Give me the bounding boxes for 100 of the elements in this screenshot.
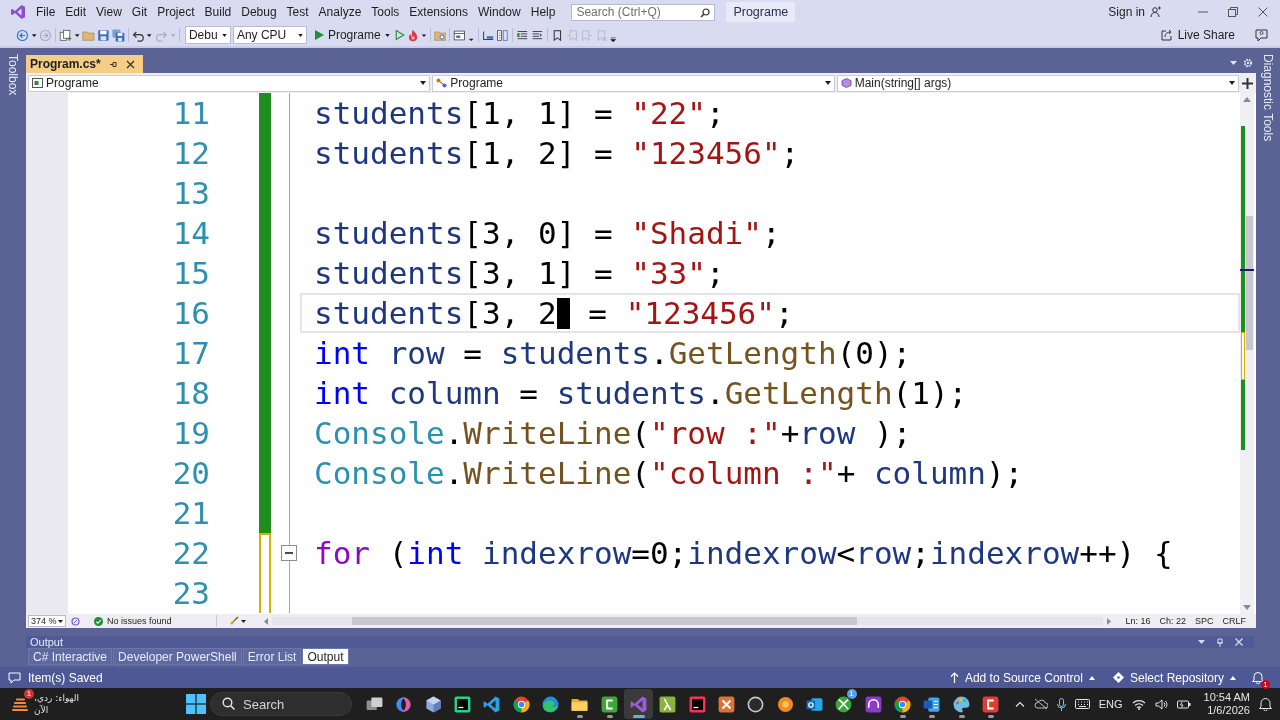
palette-icon[interactable] — [951, 694, 971, 714]
new-item-icon[interactable] — [59, 28, 72, 42]
bracket-tile-icon[interactable] — [981, 694, 1001, 714]
menu-item[interactable]: Project — [152, 4, 200, 20]
configuration-dropdown[interactable]: Debu — [184, 26, 231, 44]
close-icon[interactable] — [1258, 7, 1268, 17]
search-field[interactable]: Search (Ctrl+Q) — [571, 3, 716, 21]
whitespace-mode[interactable]: SPC — [1194, 616, 1214, 626]
sign-in-link[interactable]: Sign in — [1108, 5, 1145, 19]
start-icon[interactable] — [186, 694, 206, 714]
dark-tile-icon[interactable] — [453, 694, 473, 714]
clock-date[interactable]: 1/6/2026 — [1207, 704, 1250, 717]
zoom-dropdown[interactable]: 374 % — [28, 615, 66, 627]
back-icon[interactable] — [16, 28, 29, 42]
scroll-up-icon[interactable] — [1243, 97, 1251, 102]
person-icon[interactable] — [1150, 6, 1162, 18]
settings-icon[interactable] — [1243, 58, 1253, 68]
bracket-tile-icon[interactable] — [599, 694, 619, 714]
menu-item[interactable]: Extensions — [404, 4, 474, 20]
taskbar-search-field[interactable]: Search — [210, 692, 352, 716]
menu-item[interactable]: Debug — [236, 4, 282, 20]
weather-text[interactable]: الهواء: ردي، — [34, 692, 79, 704]
active-app-highlight[interactable] — [623, 689, 654, 719]
horizontal-scrollbar[interactable] — [271, 617, 1104, 625]
broom-icon[interactable] — [228, 616, 239, 626]
menu-item[interactable]: Tools — [366, 4, 405, 20]
cross-tile-icon[interactable] — [717, 694, 737, 714]
microphone-icon[interactable] — [1056, 697, 1066, 711]
feedback-icon[interactable] — [1255, 28, 1268, 42]
caret-icon[interactable] — [240, 619, 246, 623]
line-ending-mode[interactable]: CRLF — [1222, 616, 1246, 626]
columns-icon[interactable] — [496, 28, 510, 42]
cube-icon[interactable] — [423, 694, 443, 714]
panel-tab[interactable]: Developer PowerShell — [113, 648, 242, 665]
cloud-off-icon[interactable] — [1033, 698, 1048, 710]
menu-item[interactable]: Test — [281, 4, 314, 20]
circle-logo-icon[interactable] — [893, 694, 913, 714]
menu-item[interactable]: Analyze — [313, 4, 367, 20]
arch-tile-icon[interactable] — [863, 694, 883, 714]
save-icon[interactable] — [96, 28, 110, 42]
panel-tab[interactable]: C# Interactive — [28, 648, 113, 665]
plus-icon[interactable] — [1242, 77, 1253, 89]
weather-text[interactable]: الآن — [34, 704, 49, 716]
scroll-thumb[interactable] — [1246, 216, 1253, 350]
wifi-icon[interactable] — [1131, 698, 1146, 710]
menu-item[interactable]: Help — [525, 4, 561, 20]
menu-item[interactable]: Git — [126, 4, 153, 20]
ribbon-icon[interactable] — [482, 694, 502, 714]
issues-status[interactable]: No issues found — [107, 616, 172, 626]
outdent-icon[interactable] — [531, 28, 544, 42]
chevron-up-icon[interactable] — [1014, 701, 1025, 707]
swirl-icon[interactable] — [394, 694, 414, 714]
close-icon[interactable] — [125, 59, 135, 69]
restore-icon[interactable] — [1228, 7, 1238, 17]
slashed-circle-icon[interactable] — [71, 616, 80, 626]
panel-tab[interactable]: Output — [302, 648, 349, 665]
keyboard-icon[interactable] — [1074, 699, 1090, 709]
scroll-right-icon[interactable] — [1107, 617, 1112, 625]
live-share-button[interactable]: Live Share — [1156, 28, 1239, 42]
flame-icon[interactable] — [406, 28, 419, 42]
navigation-dropdown[interactable]: Programe — [432, 74, 835, 92]
disc-icon[interactable] — [775, 694, 795, 714]
navigation-dropdown[interactable]: Main(string[] args) — [836, 74, 1239, 92]
document-icon[interactable] — [922, 694, 942, 714]
collapse-icon[interactable] — [281, 545, 297, 561]
play-outline-icon[interactable] — [394, 29, 405, 41]
crossed-circle-icon[interactable] — [834, 694, 854, 714]
save-all-icon[interactable] — [111, 28, 125, 42]
run-button[interactable]: Programe — [308, 25, 393, 45]
language-indicator[interactable]: ENG — [1098, 698, 1123, 710]
select-repository-button[interactable]: Select Repository — [1110, 670, 1238, 685]
scroll-left-icon[interactable] — [263, 617, 268, 625]
battery-icon[interactable] — [1176, 699, 1191, 709]
indent-icon[interactable] — [516, 28, 529, 42]
menu-item[interactable]: File — [31, 4, 61, 20]
pin-icon[interactable] — [108, 59, 118, 69]
document-tab[interactable]: Program.cs* — [26, 55, 143, 73]
menu-item[interactable]: View — [91, 4, 127, 20]
code-editor[interactable] — [26, 93, 1256, 614]
menu-item[interactable]: Window — [473, 4, 526, 20]
scroll-down-icon[interactable] — [1243, 605, 1251, 610]
pin-icon[interactable] — [1216, 637, 1224, 647]
navigation-dropdown[interactable]: Programe — [28, 74, 431, 92]
menu-item[interactable]: Build — [199, 4, 237, 20]
window-icon[interactable] — [453, 28, 467, 42]
ring-icon[interactable] — [746, 694, 766, 714]
scroll-thumb[interactable] — [351, 617, 857, 625]
bell-icon[interactable] — [1259, 697, 1272, 711]
menu-item[interactable]: Edit — [60, 4, 92, 20]
speaker-icon[interactable] — [1154, 698, 1168, 710]
circle-logo-icon[interactable] — [511, 694, 531, 714]
dark-tile-icon[interactable] — [687, 694, 707, 714]
panel-tab[interactable]: Error List — [242, 648, 302, 665]
lambda-icon[interactable] — [658, 694, 678, 714]
platform-dropdown[interactable]: Any CPU — [232, 26, 307, 44]
diagnostic-tools-tab[interactable]: Diagnostic Tools — [1261, 54, 1275, 142]
clock-time[interactable]: 10:54 AM — [1203, 691, 1250, 704]
wave-circle-icon[interactable] — [541, 694, 561, 714]
toolbox-tab[interactable]: Toolbox — [6, 54, 20, 96]
add-to-source-control-button[interactable]: Add to Source Control — [947, 670, 1097, 685]
